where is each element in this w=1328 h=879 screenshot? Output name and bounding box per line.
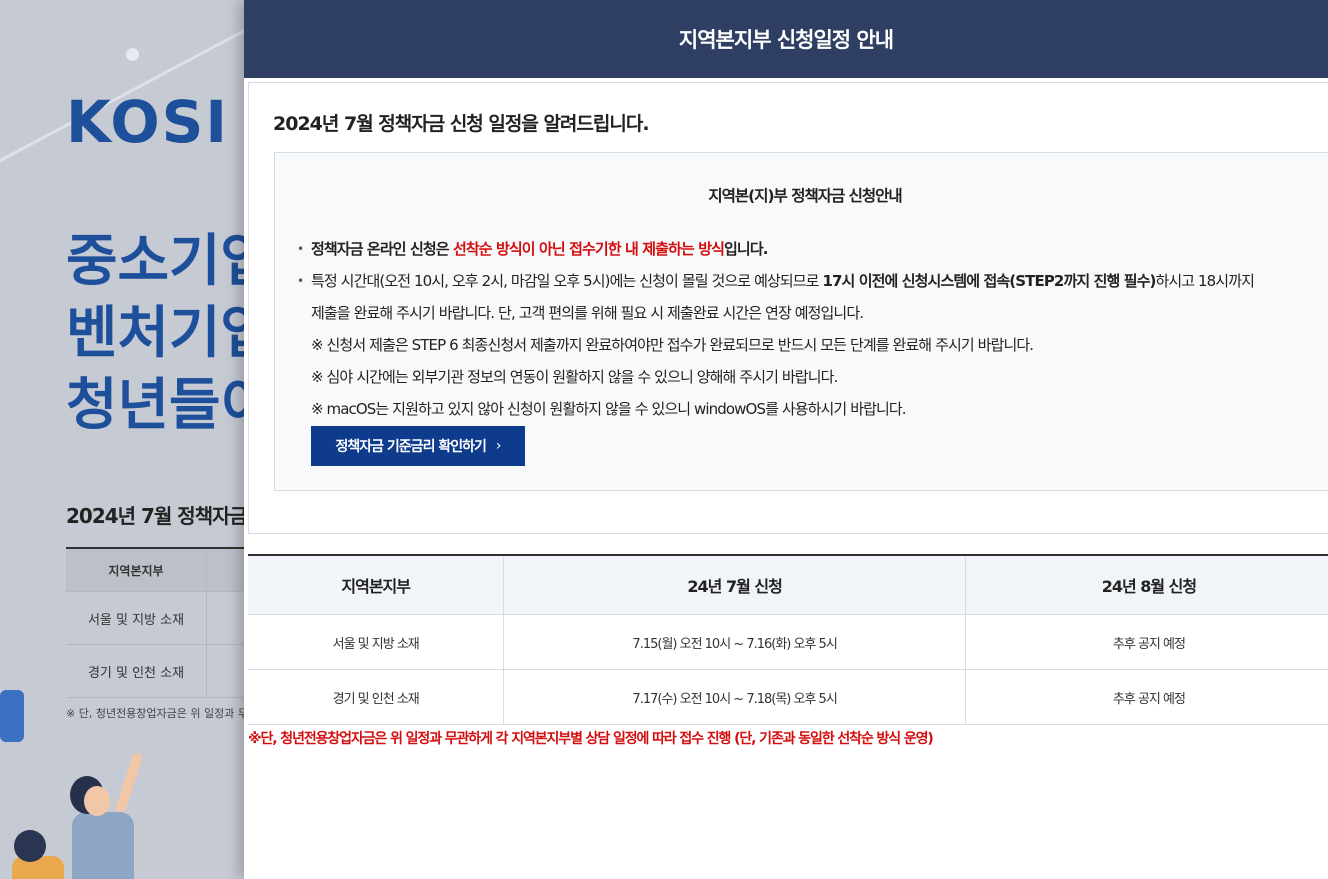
notice-text: 입니다.	[724, 240, 768, 258]
list-item: • 특정 시간대(오전 10시, 오후 2시, 마감일 오후 5시)에는 신청이…	[295, 265, 1325, 297]
background-subtitle: 2024년 7월 정책자금 -	[66, 504, 261, 528]
table-cell: 지역본지부	[66, 549, 207, 591]
schedule-table: 지역본지부 24년 7월 신청 24년 8월 신청 서울 및 지방 소재 7.1…	[248, 554, 1328, 725]
table-cell: 서울 및 지방 소재	[248, 615, 505, 669]
notice-text: 정책자금 온라인 신청은	[311, 240, 453, 258]
notice-box: 지역본(지)부 정책자금 신청안내 • 정책자금 온라인 신청은 선착순 방식이…	[274, 152, 1328, 491]
headline-line: 청년들이	[66, 373, 273, 438]
illustration-person	[72, 812, 134, 879]
column-header: 지역본지부	[248, 556, 505, 614]
warning-note: ※단, 청년전용창업자금은 위 일정과 무관하게 각 지역본지부별 상담 일정에…	[248, 731, 934, 747]
illustration-person-arm	[114, 751, 144, 815]
table-header-row: 지역본지부 24년 7월 신청 24년 8월 신청	[248, 556, 1328, 615]
base-rate-button[interactable]: 정책자금 기준금리 확인하기 ›	[311, 426, 525, 466]
chevron-right-icon: ›	[495, 438, 502, 454]
notice-list: • 정책자금 온라인 신청은 선착순 방식이 아닌 접수기한 내 제출하는 방식…	[295, 233, 1325, 425]
table-cell: 7.17(수) 오전 10시 ~ 7.18(목) 오후 5시	[504, 670, 966, 724]
bullet-icon: •	[297, 274, 304, 288]
headline-line: 벤처기업	[66, 301, 273, 366]
decorative-dot	[126, 48, 139, 61]
table-cell: 서울 및 지방 소재	[66, 592, 207, 644]
notice-note: ※ 신청서 제출은 STEP 6 최종신청서 제출까지 완료하여야만 접수가 완…	[311, 336, 1034, 354]
column-header: 24년 7월 신청	[504, 556, 966, 614]
background-headline: 중소기업 벤처기업 청년들이	[66, 226, 272, 442]
illustration-person-face	[84, 786, 110, 816]
notice-note: ※ macOS는 지원하고 있지 않아 신청이 원활하지 않을 수 있으니 wi…	[311, 400, 907, 418]
modal-title: 지역본지부 신청일정 안내	[678, 28, 894, 52]
notice-bold: 17시 이전에 신청시스템에 접속(STEP2까지 진행 필수)	[822, 272, 1156, 290]
illustration-child-head	[14, 830, 46, 862]
notice-note: ※ 심야 시간에는 외부기관 정보의 연동이 원활하지 않을 수 있으니 양해해…	[311, 368, 838, 386]
illustration-person	[0, 690, 24, 742]
table-row: 서울 및 지방 소재 7.15(월) 오전 10시 ~ 7.16(화) 오후 5…	[248, 615, 1328, 670]
table-cell: 경기 및 인천 소재	[248, 670, 505, 724]
list-item: • 정책자금 온라인 신청은 선착순 방식이 아닌 접수기한 내 제출하는 방식…	[295, 233, 1325, 265]
notice-highlight: 선착순 방식이 아닌 접수기한 내 제출하는 방식	[452, 240, 725, 258]
notice-continuation: 제출을 완료해 주시기 바랍니다. 단, 고객 편의를 위해 필요 시 제출완료…	[311, 304, 864, 322]
intro-section: 2024년 7월 정책자금 신청 일정을 알려드립니다. 지역본(지)부 정책자…	[248, 82, 1328, 534]
table-cell: 7.15(월) 오전 10시 ~ 7.16(화) 오후 5시	[504, 615, 966, 669]
notice-title: 지역본(지)부 정책자금 신청안내	[708, 187, 902, 205]
table-cell: 추후 공지 예정	[1112, 636, 1186, 652]
notice-text: 하시고 18시까지	[1155, 272, 1255, 290]
button-label: 정책자금 기준금리 확인하기	[335, 439, 487, 455]
background-note: ※ 단, 청년전용창업자금은 위 일정과 무관	[66, 707, 259, 720]
table-cell: 추후 공지 예정	[1112, 691, 1186, 707]
notice-text: 특정 시간대(오전 10시, 오후 2시, 마감일 오후 5시)에는 신청이 몰…	[311, 272, 823, 290]
schedule-modal: 지역본지부 신청일정 안내 2024년 7월 정책자금 신청 일정을 알려드립니…	[244, 0, 1328, 879]
column-header: 24년 8월 신청	[1101, 577, 1197, 596]
table-row: 경기 및 인천 소재 7.17(수) 오전 10시 ~ 7.18(목) 오후 5…	[248, 670, 1328, 725]
modal-header: 지역본지부 신청일정 안내	[244, 0, 1328, 78]
intro-title: 2024년 7월 정책자금 신청 일정을 알려드립니다.	[273, 113, 650, 135]
headline-line: 중소기업	[66, 229, 273, 294]
bullet-icon: •	[297, 242, 304, 256]
table-cell: 경기 및 인천 소재	[66, 645, 207, 697]
kosmes-logo: KOSI	[66, 88, 229, 156]
